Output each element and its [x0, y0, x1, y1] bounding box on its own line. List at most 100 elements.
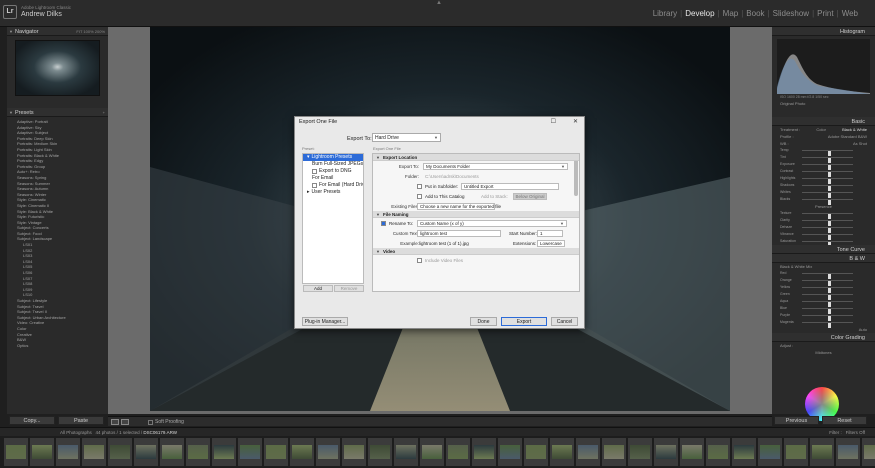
- file-naming-section[interactable]: ▼ File Naming: [373, 211, 579, 218]
- slider-track[interactable]: [802, 220, 853, 226]
- module-book[interactable]: Book: [743, 9, 767, 18]
- filmstrip-thumbnail[interactable]: [524, 438, 548, 466]
- filmstrip-filter[interactable]: Filter : Filters Off: [829, 430, 865, 435]
- reset-button[interactable]: Reset: [822, 416, 867, 425]
- collapse-top-arrow-icon[interactable]: ▲: [436, 0, 442, 6]
- soft-proofing-toggle[interactable]: Soft Proofing: [148, 419, 184, 425]
- filmstrip-thumbnail[interactable]: [342, 438, 366, 466]
- close-icon[interactable]: ✕: [573, 118, 578, 125]
- filmstrip-thumbnail[interactable]: [238, 438, 262, 466]
- filmstrip-thumbnail[interactable]: [862, 438, 875, 466]
- filter-value[interactable]: Filters Off: [846, 430, 865, 435]
- slider-track[interactable]: [802, 157, 853, 163]
- adjust-slider[interactable]: Yellow: [780, 284, 867, 293]
- slider-track[interactable]: [802, 287, 853, 293]
- adjust-slider[interactable]: Texture: [780, 210, 867, 219]
- dialog-preset-item[interactable]: ▸ User Presets: [303, 189, 363, 196]
- plugin-manager-button[interactable]: Plug-in Manager...: [302, 317, 348, 326]
- adjust-slider[interactable]: Clarity: [780, 217, 867, 226]
- module-develop[interactable]: Develop: [682, 9, 717, 18]
- slider-track[interactable]: [802, 315, 853, 321]
- include-video-checkbox[interactable]: [417, 258, 422, 263]
- adjust-slider[interactable]: Shadows: [780, 182, 867, 191]
- filmstrip-thumbnail[interactable]: [368, 438, 392, 466]
- slider-track[interactable]: [802, 192, 853, 198]
- slider-track[interactable]: [802, 241, 853, 247]
- adjust-slider[interactable]: Blacks: [780, 196, 867, 205]
- bw-header[interactable]: B & W: [772, 254, 875, 263]
- export-button[interactable]: Export: [501, 317, 547, 326]
- adjust-slider[interactable]: Temp: [780, 147, 867, 156]
- slider-track[interactable]: [802, 171, 853, 177]
- profile-row[interactable]: Profile : Adobe Standard B&W: [772, 133, 875, 140]
- module-web[interactable]: Web: [839, 9, 861, 18]
- slider-track[interactable]: [802, 199, 853, 205]
- slider-track[interactable]: [802, 294, 853, 300]
- slider-knob[interactable]: [827, 323, 831, 328]
- export-to2-select[interactable]: My Documents Folder ▼: [423, 163, 568, 170]
- video-section[interactable]: ▼ Video: [373, 248, 579, 255]
- paste-button[interactable]: Paste: [58, 416, 104, 425]
- filmstrip-thumbnail[interactable]: [810, 438, 834, 466]
- export-location-section[interactable]: ▼ Export Location: [373, 154, 579, 161]
- adjust-slider[interactable]: Contrast: [780, 168, 867, 177]
- adjust-slider[interactable]: Aqua: [780, 298, 867, 307]
- slider-track[interactable]: [802, 301, 853, 307]
- filmstrip-thumbnail[interactable]: [4, 438, 28, 466]
- rename-select[interactable]: Custom Name (x of y) ▼: [417, 220, 567, 227]
- adjust-slider[interactable]: Orange: [780, 277, 867, 286]
- adjust-slider[interactable]: Whites: [780, 189, 867, 198]
- filmstrip-thumbnail[interactable]: [420, 438, 444, 466]
- previous-button[interactable]: Previous: [774, 416, 819, 425]
- filmstrip-thumbnail[interactable]: [56, 438, 80, 466]
- dialog-preset-item[interactable]: Burn Full-Sized JPEGs: [303, 161, 363, 168]
- module-print[interactable]: Print: [814, 9, 836, 18]
- below-original-select[interactable]: Below Original: [513, 193, 547, 200]
- custom-text-input[interactable]: lightroom test: [417, 230, 501, 237]
- module-slideshow[interactable]: Slideshow: [770, 9, 812, 18]
- slider-track[interactable]: [802, 308, 853, 314]
- extensions-select[interactable]: Lowercase: [537, 240, 565, 247]
- slider-track[interactable]: [802, 273, 853, 279]
- subfolder-input[interactable]: Untitled Export: [461, 183, 559, 190]
- export-to-select[interactable]: Hard Drive ▼: [372, 133, 441, 142]
- filmstrip-thumbnail[interactable]: [394, 438, 418, 466]
- filmstrip-thumbnail[interactable]: [472, 438, 496, 466]
- bw-auto-button[interactable]: Auto: [859, 327, 867, 332]
- soft-proofing-checkbox[interactable]: [148, 419, 153, 425]
- filmstrip-thumbnail[interactable]: [160, 438, 184, 466]
- original-photo-row[interactable]: Original Photo: [772, 100, 875, 107]
- put-subfolder-checkbox[interactable]: [417, 184, 422, 189]
- adjust-slider[interactable]: Green: [780, 291, 867, 300]
- adjust-slider[interactable]: Magenta: [780, 319, 867, 328]
- done-button[interactable]: Done: [470, 317, 497, 326]
- dialog-preset-item[interactable]: ▾ Lightroom Presets: [303, 154, 363, 161]
- navigator-thumbnail[interactable]: [15, 40, 100, 96]
- preset-checkbox[interactable]: [312, 183, 317, 188]
- filmstrip-thumbnail[interactable]: [550, 438, 574, 466]
- slider-track[interactable]: [802, 213, 853, 219]
- maximize-icon[interactable]: ☐: [551, 118, 556, 125]
- adjust-slider[interactable]: Saturation: [780, 238, 867, 247]
- start-number-input[interactable]: 1: [537, 230, 563, 237]
- add-preset-icon[interactable]: +: [103, 110, 105, 115]
- treatment-bw[interactable]: Black & White: [842, 127, 867, 132]
- loupe-view-icon[interactable]: [111, 419, 119, 425]
- navigator-zoom[interactable]: FIT 100% 200%: [76, 29, 105, 34]
- filmstrip-thumbnail[interactable]: [654, 438, 678, 466]
- filmstrip-thumbnail[interactable]: [498, 438, 522, 466]
- slider-track[interactable]: [802, 322, 853, 328]
- wb-value[interactable]: As Shot: [853, 141, 867, 146]
- histogram-header[interactable]: Histogram: [772, 27, 875, 36]
- filmstrip-thumbnail[interactable]: [706, 438, 730, 466]
- remove-preset-button[interactable]: Remove: [334, 285, 364, 292]
- dialog-preset-item[interactable]: Export to DNG: [303, 168, 363, 175]
- presets-header[interactable]: ▼ Presets +: [7, 108, 108, 117]
- basic-header[interactable]: Basic: [772, 117, 875, 126]
- filmstrip-thumbnail[interactable]: [758, 438, 782, 466]
- filmstrip-thumbnail[interactable]: [576, 438, 600, 466]
- filmstrip-thumbnail[interactable]: [186, 438, 210, 466]
- rename-checkbox[interactable]: [381, 221, 386, 226]
- module-map[interactable]: Map: [720, 9, 742, 18]
- preset-checkbox[interactable]: [312, 169, 317, 174]
